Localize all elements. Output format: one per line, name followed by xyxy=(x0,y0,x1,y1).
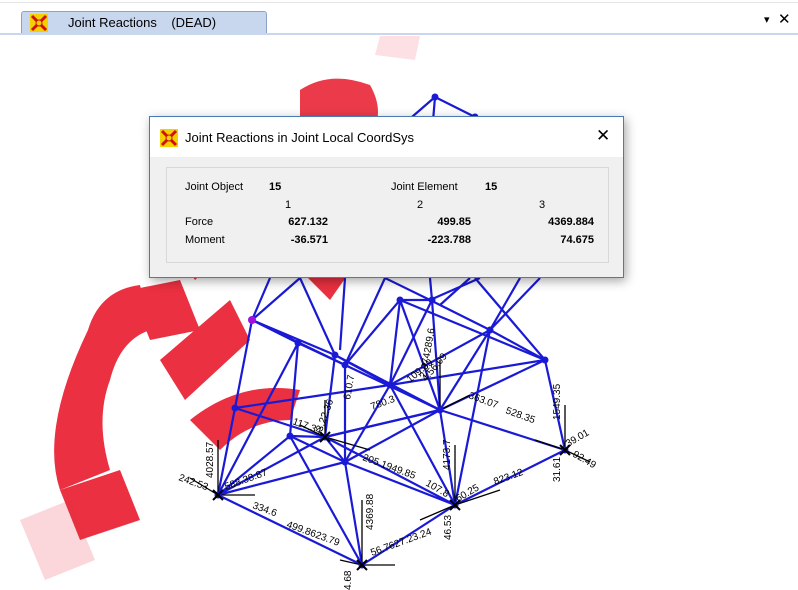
column-header-3: 3 xyxy=(539,199,546,211)
label-46: 46.53 xyxy=(443,515,454,540)
label-205: 205.1949.85 xyxy=(361,452,417,482)
row-label-force: Force xyxy=(185,216,214,228)
moment-value-1: -36.571 xyxy=(290,234,328,246)
force-value-3: 4369.884 xyxy=(548,216,594,228)
force-value-1: 627.132 xyxy=(288,216,328,228)
dialog-body: Joint Object 15 Joint Element 15 1 2 3 F… xyxy=(150,157,623,277)
column-header-1: 1 xyxy=(285,199,292,211)
tab-title: Joint Reactions (DEAD) xyxy=(68,15,217,30)
row-label-moment: Moment xyxy=(185,234,225,246)
tab-joint-reactions[interactable]: Joint Reactions (DEAD) xyxy=(21,11,267,33)
label-56: 56.7627.23.24 xyxy=(369,526,433,558)
label-39: 39.01 xyxy=(564,427,592,449)
label-780: 780.3 xyxy=(369,394,397,413)
label-823: 823.12 xyxy=(492,467,525,488)
moment-value-3: 74.675 xyxy=(560,234,594,246)
close-icon[interactable]: ✕ xyxy=(596,126,610,146)
label-4369: 4369.88 xyxy=(365,493,376,530)
moment-value-2: -223.788 xyxy=(427,234,471,246)
label-528: 528.35 xyxy=(504,405,537,426)
column-header-2: 2 xyxy=(417,199,424,211)
tabstrip-divider xyxy=(0,2,798,3)
joint-reactions-dialog[interactable]: Joint Reactions in Joint Local CoordSys … xyxy=(149,116,624,278)
sap-logo-icon xyxy=(160,129,178,147)
label-468: 4.68 xyxy=(343,570,354,590)
chevron-down-icon[interactable]: ▾ xyxy=(764,13,770,26)
joint-object-value: 15 xyxy=(269,181,282,193)
dialog-title: Joint Reactions in Joint Local CoordSys xyxy=(185,130,415,145)
joint-element-label: Joint Element xyxy=(391,181,458,193)
label-499: 499.8623.79 xyxy=(285,519,341,549)
reactions-group: Joint Object 15 Joint Element 15 1 2 3 F… xyxy=(166,167,609,263)
label-322: 3.22.36 xyxy=(314,397,336,433)
joint-element-value: 15 xyxy=(485,181,498,193)
label-1549: 1549.35 xyxy=(552,383,563,420)
label-31: 31.61 xyxy=(552,457,563,482)
selected-node[interactable] xyxy=(248,316,256,324)
label-4173: 4173.7 xyxy=(442,439,453,470)
model-labels: 4028.57 242.53 588.38.87 334.6 499.8623.… xyxy=(177,327,598,590)
close-icon[interactable]: ✕ xyxy=(778,10,791,28)
sap-logo-icon xyxy=(30,13,48,32)
label-92: 92.49 xyxy=(571,449,599,471)
document-tab-strip: Joint Reactions (DEAD) ▾ ✕ xyxy=(0,0,798,37)
joint-object-label: Joint Object xyxy=(185,181,244,193)
force-value-2: 499.85 xyxy=(437,216,471,228)
label-363: 363.07 xyxy=(467,390,500,411)
tab-underline xyxy=(0,33,798,35)
dialog-titlebar[interactable]: Joint Reactions in Joint Local CoordSys … xyxy=(150,117,623,157)
label-4028: 4028.57 xyxy=(205,441,216,478)
